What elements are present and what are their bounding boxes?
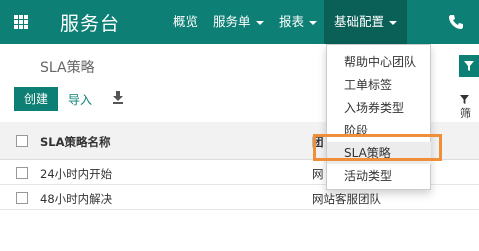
import-button[interactable]: 导入 (68, 91, 92, 108)
download-icon[interactable] (112, 90, 124, 104)
create-button[interactable]: 创建 (14, 87, 58, 111)
page-title: SLA策略 (40, 60, 95, 76)
filter-icon (464, 61, 474, 71)
dropdown-item-helpdesk-teams[interactable]: 帮助中心团队 (327, 51, 431, 73)
row-name: 48小时内解决 (40, 192, 113, 206)
row-checkbox[interactable] (16, 167, 28, 179)
app-title: 服务台 (60, 13, 121, 35)
dropdown-item-activity-types[interactable]: 活动类型 (327, 165, 431, 187)
column-header-name[interactable]: SLA策略名称 (40, 134, 111, 150)
chevron-down-icon (255, 20, 264, 25)
menu-overview[interactable]: 概览 (173, 0, 198, 44)
select-all-checkbox[interactable] (16, 135, 28, 147)
menu-overview-label: 概览 (173, 14, 199, 29)
filter-toggle-button[interactable] (459, 55, 479, 77)
filter-label: 筛 (460, 107, 471, 120)
filter-button[interactable]: 筛 (460, 92, 479, 121)
phone-icon[interactable] (448, 14, 464, 30)
top-navbar: 服务台 概览 服务单 报表 基础配置 (0, 0, 479, 44)
row-team: 网 (312, 167, 324, 181)
menu-tickets-label: 服务单 (213, 14, 251, 29)
dropdown-item-ticket-tags[interactable]: 工单标签 (327, 74, 431, 96)
configuration-dropdown: 帮助中心团队 工单标签 入场券类型 阶段 SLA策略 活动类型 (326, 44, 431, 190)
menu-configuration[interactable]: 基础配置 (324, 0, 408, 44)
menu-reports[interactable]: 报表 (279, 0, 318, 44)
row-team: 网站客服团队 (312, 192, 381, 206)
row-checkbox[interactable] (16, 192, 28, 204)
chevron-down-icon (389, 20, 398, 25)
row-name: 24小时内开始 (40, 167, 113, 181)
apps-grid-icon[interactable] (14, 15, 28, 29)
filter-icon (460, 94, 469, 104)
menu-reports-label: 报表 (279, 14, 305, 29)
highlight-box (313, 134, 442, 161)
dropdown-item-ticket-types[interactable]: 入场券类型 (327, 97, 431, 119)
menu-configuration-label: 基础配置 (334, 14, 385, 29)
chevron-down-icon (309, 20, 318, 25)
menu-tickets[interactable]: 服务单 (213, 0, 264, 44)
